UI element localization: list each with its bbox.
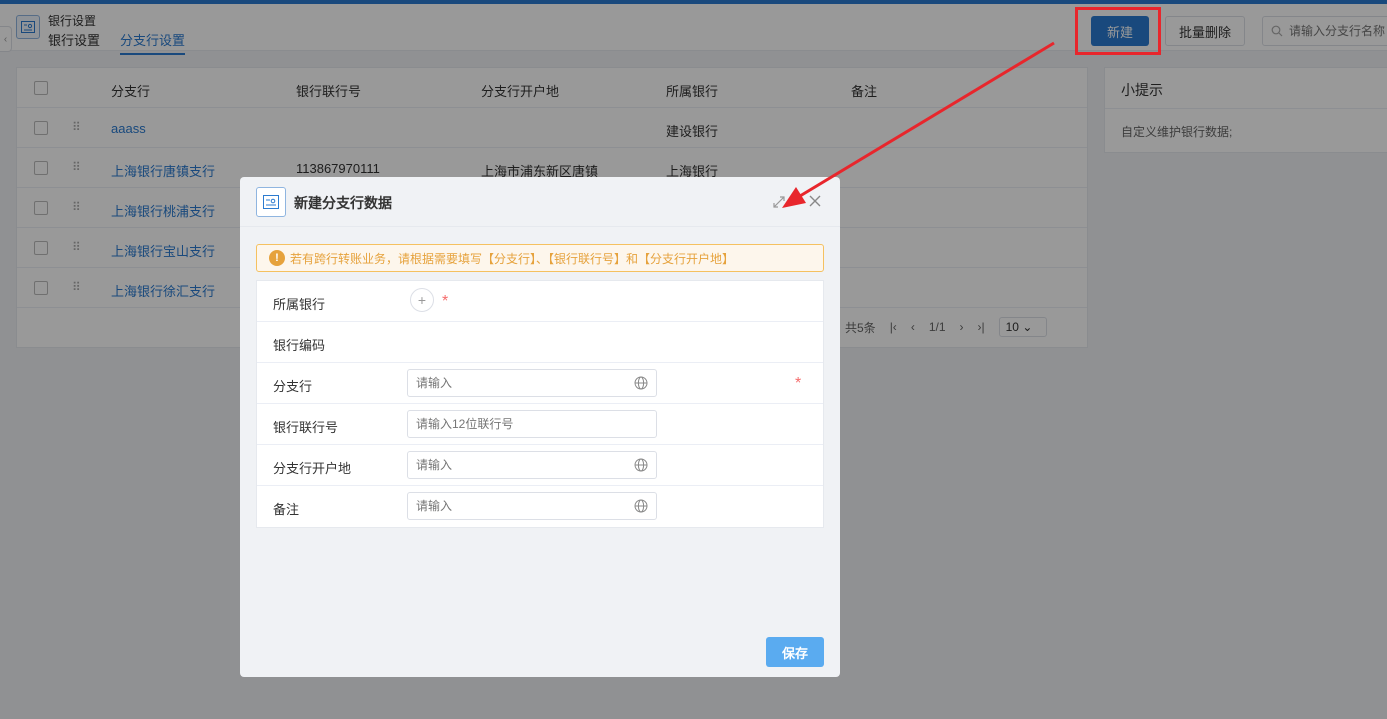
form-row-bank-code: 银行编码 (257, 322, 823, 363)
branch-label: 分支行 (273, 379, 313, 394)
form-row-branch: 分支行 * (257, 363, 823, 404)
alert-text: 若有跨行转账业务，请根据需要填写【分支行】、【银行联行号】和【分支行开户地】 (290, 251, 735, 266)
branch-input[interactable] (408, 370, 618, 396)
add-bank-button[interactable]: + (410, 288, 434, 312)
location-input-box[interactable] (407, 451, 657, 479)
bank-label: 所属银行 (273, 297, 326, 312)
branch-input-box[interactable] (407, 369, 657, 397)
globe-icon[interactable] (634, 376, 648, 390)
branch-form: 所属银行 + * 银行编码 分支行 * 银行联行号 分支行开户地 (256, 280, 824, 528)
new-branch-dialog: 新建分支行数据 ! 若有跨行转账业务，请根据需要填写【分支行】、【银行联行号】和… (240, 177, 840, 677)
globe-icon[interactable] (634, 499, 648, 513)
save-button[interactable]: 保存 (766, 637, 824, 667)
form-row-location: 分支行开户地 (257, 445, 823, 486)
dialog-icon (256, 187, 286, 217)
location-label: 分支行开户地 (273, 461, 352, 476)
note-input-box[interactable] (407, 492, 657, 520)
close-icon[interactable] (807, 193, 823, 209)
union-code-label: 银行联行号 (273, 420, 339, 435)
warning-icon: ! (269, 250, 285, 266)
required-mark: * (795, 375, 802, 392)
bank-code-label: 银行编码 (273, 338, 326, 353)
union-code-input-box[interactable] (407, 410, 657, 438)
dialog-title: 新建分支行数据 (294, 195, 392, 211)
note-input[interactable] (408, 493, 618, 519)
form-row-bank: 所属银行 + * (257, 281, 823, 322)
form-row-note: 备注 (257, 486, 823, 527)
required-mark: * (442, 293, 449, 310)
warning-alert: ! 若有跨行转账业务，请根据需要填写【分支行】、【银行联行号】和【分支行开户地】 (256, 244, 824, 272)
globe-icon[interactable] (634, 458, 648, 472)
dialog-header: 新建分支行数据 (240, 177, 840, 227)
note-label: 备注 (273, 502, 300, 517)
expand-icon[interactable] (772, 195, 786, 209)
form-row-union-code: 银行联行号 (257, 404, 823, 445)
plus-icon: + (417, 292, 427, 308)
union-code-input[interactable] (408, 411, 618, 437)
location-input[interactable] (408, 452, 618, 478)
